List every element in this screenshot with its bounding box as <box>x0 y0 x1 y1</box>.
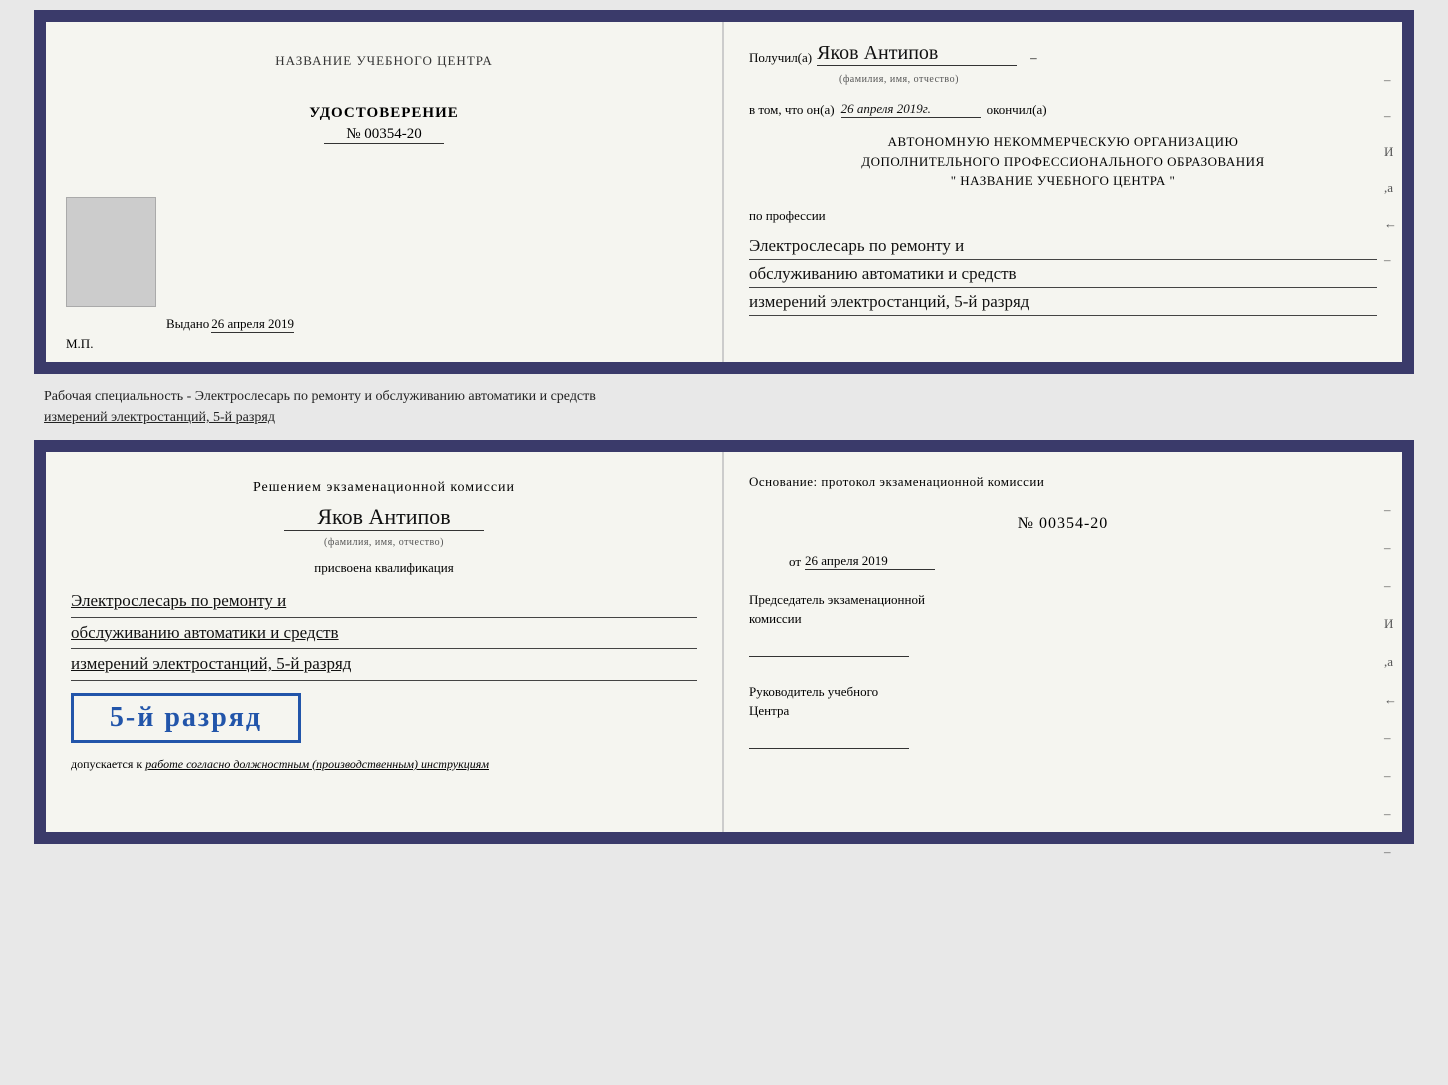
rukovoditel-signature <box>749 729 909 749</box>
document-spread-1: НАЗВАНИЕ УЧЕБНОГО ЦЕНТРА УДОСТОВЕРЕНИЕ №… <box>34 10 1414 374</box>
num-block: № 00354-20 <box>749 509 1377 539</box>
osnovanie-block: Основание: протокол экзаменационной коми… <box>749 472 1377 493</box>
dopuskaetsya-line: допускается к работе согласно должностны… <box>71 755 697 773</box>
rukovoditel-line2: Центра <box>749 701 1377 721</box>
prof-line1: Электрослесарь по ремонту и <box>749 232 1377 260</box>
poluchil-label: Получил(а) <box>749 50 812 66</box>
osnovanie-label: Основание: протокол экзаменационной коми… <box>749 474 1044 489</box>
razryad-badge: 5-й разряд <box>71 693 301 743</box>
recipient-name: Яков Антипов <box>817 42 1017 66</box>
protocol-num: № 00354-20 <box>749 515 1377 533</box>
prisvoena-label: присвоена квалификация <box>71 560 697 576</box>
prof-line2: обслуживанию автоматики и средств <box>749 260 1377 288</box>
vydano-label: Выдано <box>166 316 209 331</box>
rukovoditel-line1: Руководитель учебного <box>749 682 1377 702</box>
profession-block: Электрослесарь по ремонту и обслуживанию… <box>749 232 1377 317</box>
center-title-1: НАЗВАНИЕ УЧЕБНОГО ЦЕНТРА <box>275 52 492 70</box>
org-name: " НАЗВАНИЕ УЧЕБНОГО ЦЕНТРА " <box>749 171 1377 191</box>
udostoverenie-block: УДОСТОВЕРЕНИЕ № 00354-20 <box>309 105 459 144</box>
doc-right-2: Основание: протокол экзаменационной коми… <box>724 452 1402 832</box>
org-line2: ДОПОЛНИТЕЛЬНОГО ПРОФЕССИОНАЛЬНОГО ОБРАЗО… <box>749 152 1377 172</box>
predsedatel-block: Председатель экзаменационной комиссии <box>749 590 1377 657</box>
qualif-block: Электрослесарь по ремонту и обслуживанию… <box>71 586 697 681</box>
rukovoditel-block: Руководитель учебного Центра <box>749 682 1377 749</box>
specialty-text: Рабочая специальность - Электрослесарь п… <box>34 382 1414 432</box>
prof-line3: измерений электростанций, 5-й разряд <box>749 288 1377 316</box>
dopusk-text: работе согласно должностным (производств… <box>145 757 489 771</box>
okonchil-label: окончил(а) <box>987 102 1047 118</box>
right-margin-marks-2: – – – И ,а ← – – – – <box>1384 502 1397 860</box>
recipient-name-2: Яков Антипов <box>284 504 484 531</box>
ot-date: 26 апреля 2019 <box>805 553 935 570</box>
right-margin-marks: – – И ,а ← – <box>1384 72 1397 268</box>
vydano-line: Выдано26 апреля 2019 <box>166 316 294 332</box>
udostoverenie-label: УДОСТОВЕРЕНИЕ <box>309 105 459 122</box>
udostoverenie-num: № 00354-20 <box>324 126 444 144</box>
vydano-date: 26 апреля 2019 <box>211 316 294 333</box>
po-professii: по профессии <box>749 208 1377 224</box>
fio-hint-2: (фамилия, имя, отчество) <box>71 537 697 548</box>
doc-left-2: Решением экзаменационной комиссии Яков А… <box>46 452 724 832</box>
predsedatel-line2: комиссии <box>749 609 1377 629</box>
qual-line3: измерений электростанций, 5-й разряд <box>71 649 697 681</box>
document-spread-2: Решением экзаменационной комиссии Яков А… <box>34 440 1414 844</box>
fio-hint-1: (фамилия, имя, отчество) <box>839 74 1377 85</box>
vtom-line: в том, что он(а) 26 апреля 2019г. окончи… <box>749 101 1377 118</box>
qual-line2: обслуживанию автоматики и средств <box>71 618 697 650</box>
org-block: АВТОНОМНУЮ НЕКОММЕРЧЕСКУЮ ОРГАНИЗАЦИЮ ДО… <box>749 132 1377 191</box>
specialty-line2: измерений электростанций, 5-й разряд <box>44 410 275 425</box>
dash: – <box>1030 50 1037 66</box>
predsedatel-signature <box>749 637 909 657</box>
org-line1: АВТОНОМНУЮ НЕКОММЕРЧЕСКУЮ ОРГАНИЗАЦИЮ <box>749 132 1377 152</box>
predsedatel-line1: Председатель экзаменационной <box>749 590 1377 610</box>
vtom-label: в том, что он(а) <box>749 102 835 118</box>
reshenie-title: Решением экзаменационной комиссии <box>71 477 697 498</box>
vtom-date: 26 апреля 2019г. <box>841 101 981 118</box>
qual-line1: Электрослесарь по ремонту и <box>71 586 697 618</box>
specialty-line1: Рабочая специальность - Электрослесарь п… <box>44 389 596 404</box>
mp-label: М.П. <box>66 336 93 352</box>
doc-left-1: НАЗВАНИЕ УЧЕБНОГО ЦЕНТРА УДОСТОВЕРЕНИЕ №… <box>46 22 724 362</box>
poluchil-line: Получил(а) Яков Антипов – <box>749 42 1377 66</box>
photo-placeholder <box>66 197 156 307</box>
doc-right-1: Получил(а) Яков Антипов – (фамилия, имя,… <box>724 22 1402 362</box>
ot-block: от 26 апреля 2019 <box>749 553 1377 570</box>
